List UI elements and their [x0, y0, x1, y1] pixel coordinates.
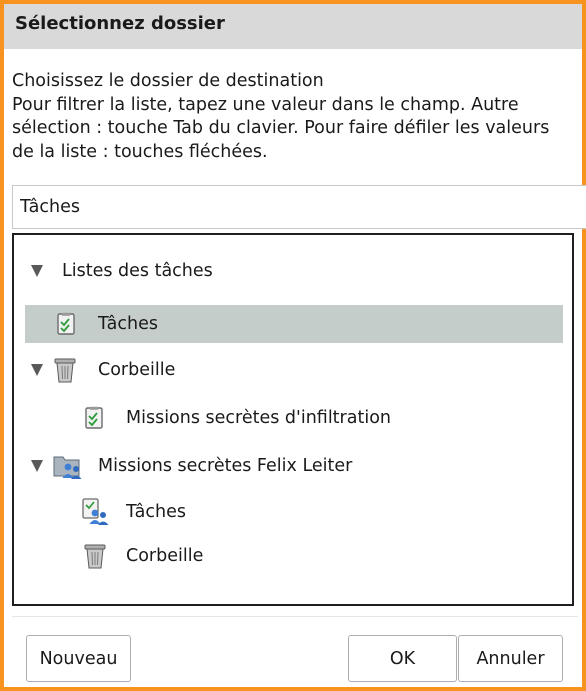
tree-node-label: Missions secrètes Felix Leiter — [98, 456, 353, 476]
shared-folder-icon — [53, 452, 83, 485]
filter-input[interactable] — [12, 185, 586, 229]
tree-node-missions-infiltration[interactable]: Missions secrètes d'infiltration — [14, 399, 572, 437]
tree-node-root[interactable]: Listes des tâches — [14, 252, 572, 290]
expand-arrow-icon[interactable] — [31, 460, 43, 472]
instructions-line-4: de la liste : touches fléchées. — [12, 141, 268, 162]
trash-icon — [52, 356, 78, 389]
tree-node-label: Missions secrètes d'infiltration — [126, 408, 391, 428]
instructions-line-3: sélection : touche Tab du clavier. Pour … — [12, 118, 550, 138]
select-folder-dialog: Sélectionnez dossier Choisissez le dossi… — [0, 0, 586, 691]
tree-node-label: Tâches — [126, 502, 186, 522]
task-list-icon — [56, 312, 76, 341]
tree-node-corbeille[interactable]: Corbeille — [14, 351, 572, 389]
expand-arrow-icon[interactable] — [31, 265, 43, 277]
task-list-icon — [84, 406, 104, 435]
instructions-line-2: Pour filtrer la liste, tapez une valeur … — [12, 94, 519, 115]
instructions-line-1: Choisissez le dossier de destination — [12, 71, 324, 91]
tree-node-felix-corbeille[interactable]: Corbeille — [14, 537, 572, 575]
tree-node-taches[interactable]: Tâches — [25, 305, 563, 343]
shared-task-list-icon — [81, 498, 111, 531]
dialog-title: Sélectionnez dossier — [4, 4, 582, 49]
tree-node-label: Tâches — [98, 314, 158, 334]
instructions-text: Choisissez le dossier de destination Pou… — [12, 70, 578, 164]
tree-node-felix-leiter[interactable]: Missions secrètes Felix Leiter — [14, 447, 572, 485]
tree-node-label: Corbeille — [126, 546, 204, 566]
tree-node-label: Corbeille — [98, 360, 176, 380]
ok-button[interactable]: OK — [348, 635, 457, 682]
tree-node-label: Listes des tâches — [62, 261, 213, 281]
trash-icon — [82, 542, 108, 575]
footer-divider — [12, 616, 578, 617]
tree-node-felix-taches[interactable]: Tâches — [14, 493, 572, 531]
new-button[interactable]: Nouveau — [26, 635, 131, 682]
expand-arrow-icon[interactable] — [31, 364, 43, 376]
folder-tree[interactable]: Listes des tâches Tâches Corbeille Missi… — [12, 233, 574, 606]
cancel-button[interactable]: Annuler — [458, 635, 563, 682]
